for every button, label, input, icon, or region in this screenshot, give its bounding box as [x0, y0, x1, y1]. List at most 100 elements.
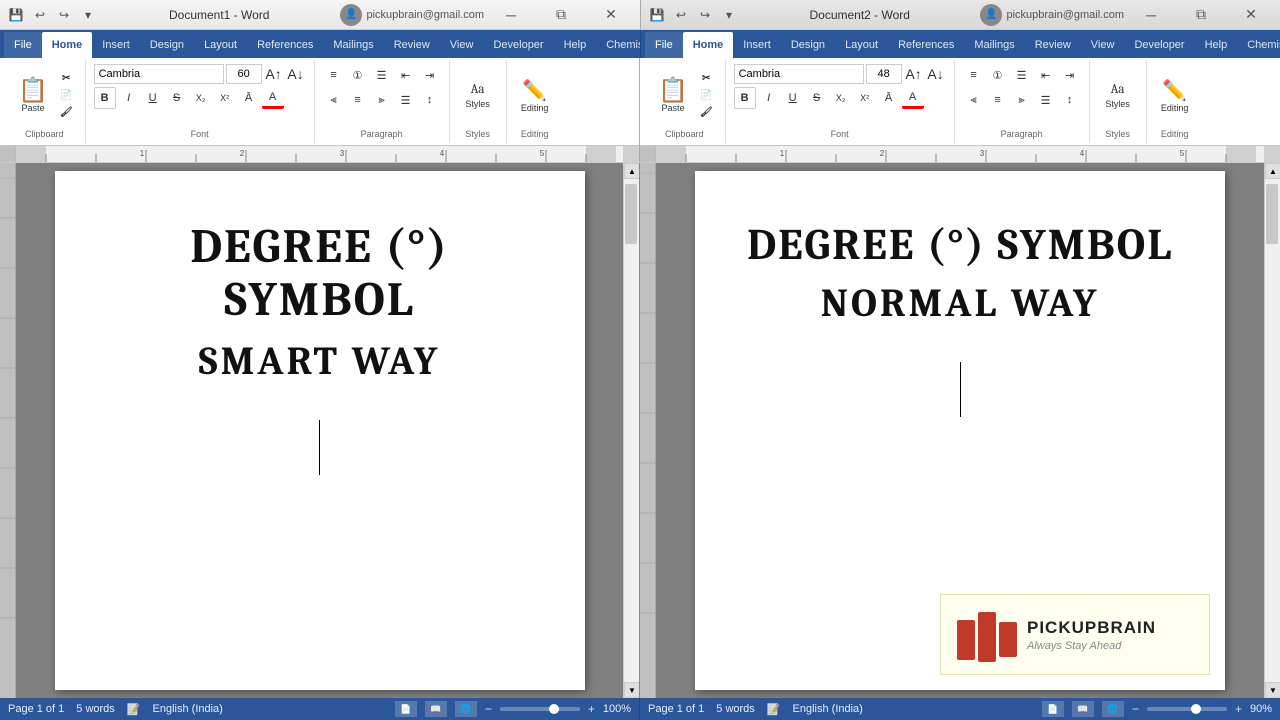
align-left-btn-right[interactable]: ⫷ [963, 89, 985, 111]
restore-btn-left[interactable]: ⧉ [538, 0, 584, 30]
tab-chemistry-right[interactable]: Chemistry [1237, 32, 1280, 58]
tab-review-right[interactable]: Review [1025, 32, 1081, 58]
format-painter-left[interactable]: 🖌 [56, 105, 77, 120]
right-page-canvas[interactable]: DEGREE (°) SYMBOL NORMAL WAY [656, 163, 1264, 698]
undo-icon[interactable]: ↩ [30, 5, 50, 25]
bold-btn-left[interactable]: B [94, 87, 116, 109]
tab-layout-right[interactable]: Layout [835, 32, 888, 58]
multi-level-left[interactable]: ☰ [371, 64, 393, 86]
view-mode-web-right[interactable]: 🌐 [1102, 701, 1124, 717]
font-color-left[interactable]: A [262, 87, 284, 109]
tab-file-right[interactable]: File [645, 32, 683, 58]
view-mode-web-left[interactable]: 🌐 [455, 701, 477, 717]
redo-icon-right[interactable]: ↪ [695, 5, 715, 25]
justify-btn-right[interactable]: ☰ [1035, 89, 1057, 111]
tab-review-left[interactable]: Review [384, 32, 440, 58]
undo-icon-right[interactable]: ↩ [671, 5, 691, 25]
tab-developer-right[interactable]: Developer [1124, 32, 1194, 58]
subscript-btn-right[interactable]: X₂ [830, 87, 852, 109]
tab-help-right[interactable]: Help [1195, 32, 1238, 58]
tab-developer-left[interactable]: Developer [483, 32, 553, 58]
align-center-btn[interactable]: ≡ [347, 89, 369, 111]
align-left-btn[interactable]: ⫷ [323, 89, 345, 111]
tab-insert-left[interactable]: Insert [92, 32, 140, 58]
scroll-up-btn-right[interactable]: ▲ [1265, 163, 1280, 179]
underline-btn-right[interactable]: U [782, 87, 804, 109]
view-mode-read-left[interactable]: 📖 [425, 701, 447, 717]
increase-font-right[interactable]: A↑ [904, 64, 924, 84]
right-word-page[interactable]: DEGREE (°) SYMBOL NORMAL WAY [695, 171, 1225, 690]
tab-home-left[interactable]: Home [42, 32, 93, 58]
font-size-left[interactable] [226, 64, 262, 84]
tab-design-left[interactable]: Design [140, 32, 194, 58]
scroll-up-btn-left[interactable]: ▲ [624, 163, 639, 179]
tab-home-right[interactable]: Home [683, 32, 734, 58]
clear-format-left[interactable]: Ā [238, 87, 260, 109]
paste-btn-left[interactable]: 📋 Paste [12, 76, 54, 116]
bold-btn-right[interactable]: B [734, 87, 756, 109]
numbering-btn-right[interactable]: ① [987, 64, 1009, 86]
font-name-right[interactable] [734, 64, 864, 84]
scroll-down-btn-right[interactable]: ▼ [1265, 682, 1280, 698]
left-cursor-area[interactable] [95, 415, 545, 480]
tab-file-left[interactable]: File [4, 32, 42, 58]
minimize-btn-left[interactable]: ─ [488, 0, 534, 30]
decrease-font-right[interactable]: A↓ [926, 64, 946, 84]
align-right-btn-right[interactable]: ⫸ [1011, 89, 1033, 111]
tab-references-right[interactable]: References [888, 32, 964, 58]
numbering-btn-left[interactable]: ① [347, 64, 369, 86]
more-qat-icon-right[interactable]: ▾ [719, 5, 739, 25]
left-word-page[interactable]: DEGREE (°) SYMBOL SMART WAY [55, 171, 585, 690]
superscript-btn-right[interactable]: X² [854, 87, 876, 109]
justify-btn[interactable]: ☰ [395, 89, 417, 111]
indent-right[interactable]: ⇥ [1059, 64, 1081, 86]
editing-btn-right[interactable]: ✏️ Editing [1155, 75, 1195, 116]
scroll-track-left[interactable] [624, 179, 639, 682]
spell-check-icon-left[interactable]: 📝 [127, 703, 141, 716]
strikethrough-btn-right[interactable]: S [806, 87, 828, 109]
styles-btn-right[interactable]: Aa Styles [1098, 79, 1138, 112]
scroll-thumb-right[interactable] [1266, 184, 1278, 244]
subscript-btn-left[interactable]: X₂ [190, 87, 212, 109]
close-btn-right[interactable]: ✕ [1228, 0, 1274, 30]
right-cursor-area[interactable] [735, 357, 1185, 422]
align-center-btn-right[interactable]: ≡ [987, 89, 1009, 111]
increase-font-left[interactable]: A↑ [264, 64, 284, 84]
line-spacing-btn-left[interactable]: ↕ [419, 89, 441, 111]
zoom-in-btn-left[interactable]: + [588, 702, 595, 716]
italic-btn-right[interactable]: I [758, 87, 780, 109]
clear-format-right[interactable]: Ā [878, 87, 900, 109]
decrease-font-left[interactable]: A↓ [286, 64, 306, 84]
left-page-canvas[interactable]: DEGREE (°) SYMBOL SMART WAY [16, 163, 623, 698]
format-painter-right[interactable]: 🖌 [696, 105, 717, 120]
tab-view-right[interactable]: View [1081, 32, 1125, 58]
tab-mailings-left[interactable]: Mailings [323, 32, 383, 58]
underline-btn-left[interactable]: U [142, 87, 164, 109]
view-mode-print-right[interactable]: 📄 [1042, 701, 1064, 717]
tab-references-left[interactable]: References [247, 32, 323, 58]
restore-btn-right[interactable]: ⧉ [1178, 0, 1224, 30]
scroll-thumb-left[interactable] [625, 184, 637, 244]
editing-btn-left[interactable]: ✏️ Editing [515, 75, 555, 116]
superscript-btn-left[interactable]: X² [214, 87, 236, 109]
cut-btn-right[interactable]: ✂ [696, 71, 717, 86]
redo-icon[interactable]: ↪ [54, 5, 74, 25]
cut-btn-left[interactable]: ✂ [56, 71, 77, 86]
right-scrollbar[interactable]: ▲ ▼ [1264, 163, 1280, 698]
zoom-slider-left[interactable] [500, 707, 580, 711]
line-spacing-btn-right[interactable]: ↕ [1059, 89, 1081, 111]
left-scrollbar[interactable]: ▲ ▼ [623, 163, 639, 698]
spell-check-icon-right[interactable]: 📝 [767, 703, 781, 716]
font-size-right[interactable] [866, 64, 902, 84]
view-mode-read-right[interactable]: 📖 [1072, 701, 1094, 717]
tab-help-left[interactable]: Help [554, 32, 597, 58]
tab-layout-left[interactable]: Layout [194, 32, 247, 58]
tab-view-left[interactable]: View [440, 32, 484, 58]
copy-btn-left[interactable]: 📄 [56, 88, 77, 103]
tab-mailings-right[interactable]: Mailings [964, 32, 1024, 58]
multi-level-right[interactable]: ☰ [1011, 64, 1033, 86]
tab-insert-right[interactable]: Insert [733, 32, 781, 58]
tab-design-right[interactable]: Design [781, 32, 835, 58]
zoom-out-btn-left[interactable]: − [485, 702, 492, 716]
paste-btn-right[interactable]: 📋 Paste [652, 76, 694, 116]
